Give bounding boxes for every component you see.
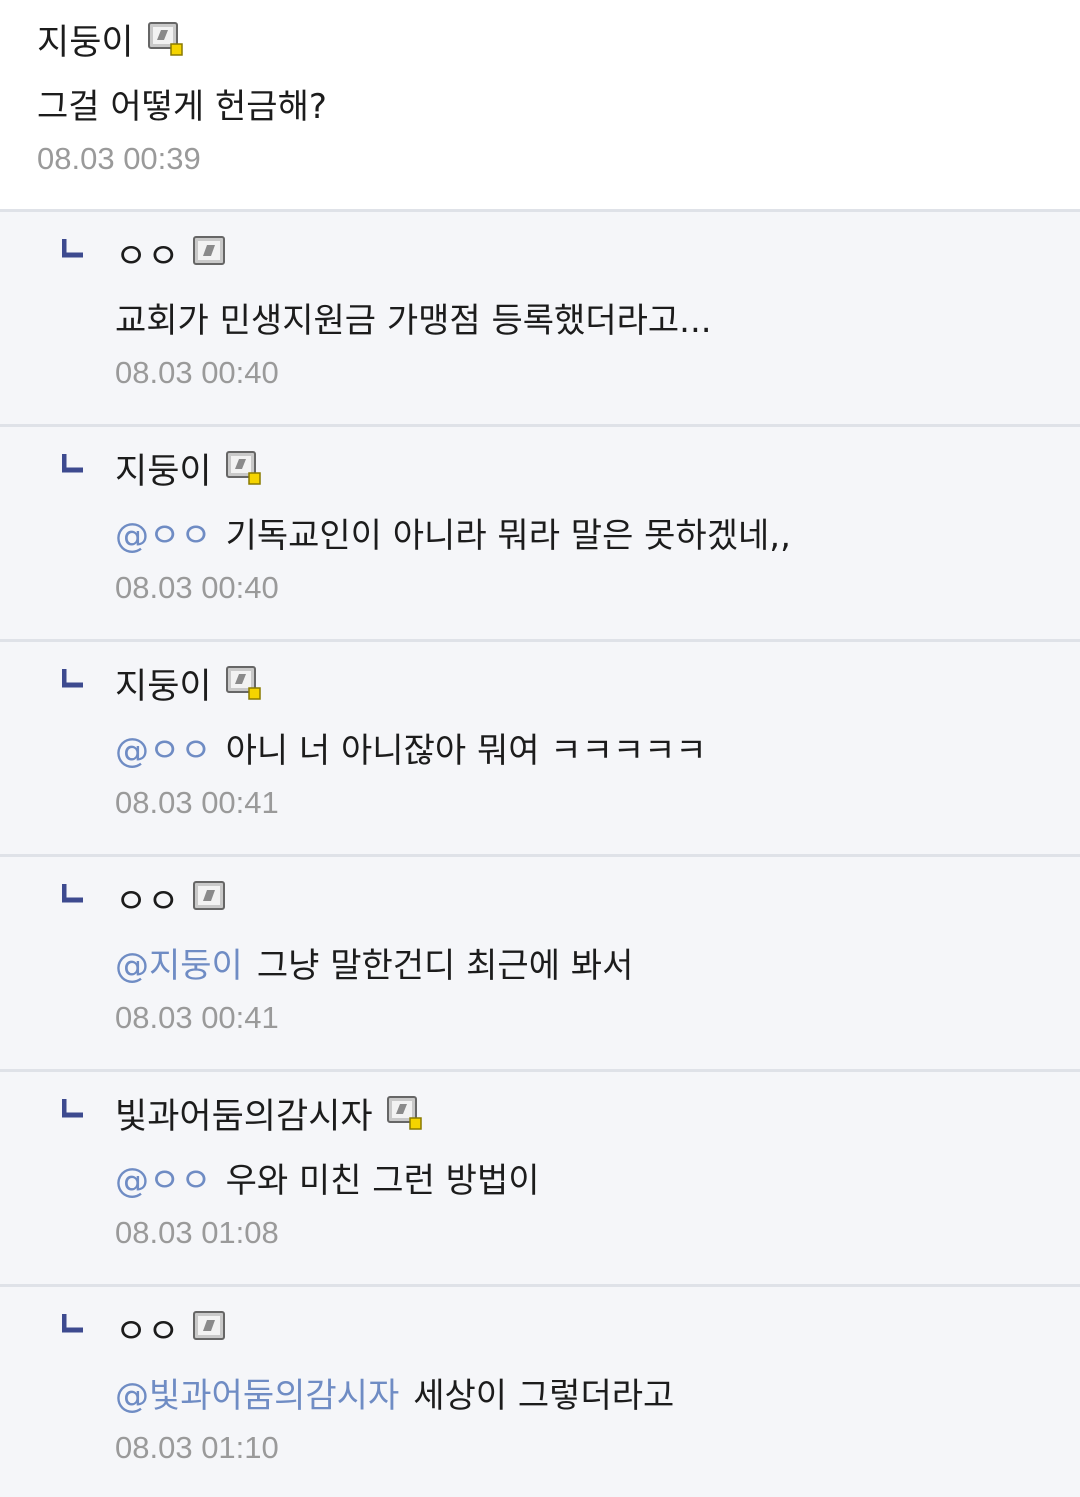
main-comment: 지둥이 그걸 어떻게 헌금해? 08.03 00:39: [0, 0, 1080, 212]
reply-timestamp: 08.03 01:08: [115, 1215, 279, 1250]
reply-body: 빛과어둠의감시자 @ㅇㅇ 우와 미친 그런 방법이 08.03 01:08: [115, 1094, 1080, 1254]
reply-author-line: 지둥이: [115, 449, 1080, 495]
reply-item: ㅇㅇ 교회가 민생지원금 가맹점 등록했더라고... 08.03 00:40: [0, 212, 1080, 427]
reply-author-name[interactable]: 빛과어둠의감시자: [115, 1094, 373, 1140]
reply-item: 빛과어둠의감시자 @ㅇㅇ 우와 미친 그런 방법이 08.03 01:08: [0, 1072, 1080, 1287]
fixed-user-icon: [147, 22, 183, 56]
fixed-user-icon: [386, 1096, 422, 1130]
reply-author-line: 지둥이: [115, 664, 1080, 710]
reply-text: 세상이 그렇더라고: [413, 1376, 675, 1416]
reply-body: ㅇㅇ @빛과어둠의감시자 세상이 그렇더라고 08.03 01:10: [115, 1309, 1080, 1469]
comment-author-name[interactable]: 지둥이: [37, 20, 134, 66]
reply-author-line: ㅇㅇ: [115, 234, 1080, 280]
reply-body: 지둥이 @ㅇㅇ 아니 너 아니잖아 뭐여 ㅋㅋㅋㅋㅋ 08.03 00:41: [115, 664, 1080, 824]
reply-text-line: @지둥이 그냥 말한건디 최근에 봐서: [115, 943, 1080, 989]
reply-timestamp: 08.03 00:41: [115, 1000, 279, 1035]
reply-arrow-icon: [62, 454, 83, 473]
reply-text-line: @ㅇㅇ 기독교인이 아니라 뭐라 말은 못하겠네,,: [115, 513, 1080, 559]
reply-body: 지둥이 @ㅇㅇ 기독교인이 아니라 뭐라 말은 못하겠네,, 08.03 00:4…: [115, 449, 1080, 609]
guest-user-icon: [193, 236, 226, 265]
reply-author-name[interactable]: ㅇㅇ: [115, 1309, 179, 1355]
reply-mention[interactable]: @ㅇㅇ: [115, 516, 212, 556]
comment-text: 그걸 어떻게 헌금해?: [37, 87, 327, 127]
reply-text: 아니 너 아니잖아 뭐여 ㅋㅋㅋㅋㅋ: [225, 731, 707, 771]
reply-author-name[interactable]: ㅇㅇ: [115, 234, 179, 280]
reply-author-name[interactable]: 지둥이: [115, 664, 212, 710]
reply-mention[interactable]: @ㅇㅇ: [115, 1161, 212, 1201]
reply-item: 지둥이 @ㅇㅇ 기독교인이 아니라 뭐라 말은 못하겠네,, 08.03 00:4…: [0, 427, 1080, 642]
reply-text-line: @빛과어둠의감시자 세상이 그렇더라고: [115, 1373, 1080, 1419]
reply-body: ㅇㅇ 교회가 민생지원금 가맹점 등록했더라고... 08.03 00:40: [115, 234, 1080, 394]
reply-body: ㅇㅇ @지둥이 그냥 말한건디 최근에 봐서 08.03 00:41: [115, 879, 1080, 1039]
reply-text-line: @ㅇㅇ 아니 너 아니잖아 뭐여 ㅋㅋㅋㅋㅋ: [115, 728, 1080, 774]
reply-arrow-icon: [62, 239, 83, 258]
reply-arrow-icon: [62, 669, 83, 688]
guest-user-icon: [193, 1311, 226, 1340]
reply-text: 우와 미친 그런 방법이: [225, 1161, 540, 1201]
fixed-user-icon: [225, 666, 261, 700]
comment-author-line: 지둥이: [37, 20, 1080, 66]
reply-author-name[interactable]: ㅇㅇ: [115, 879, 179, 925]
reply-mention[interactable]: @ㅇㅇ: [115, 731, 212, 771]
reply-text-line: @ㅇㅇ 우와 미친 그런 방법이: [115, 1158, 1080, 1204]
reply-arrow-icon: [62, 1314, 83, 1333]
reply-timestamp: 08.03 01:10: [115, 1430, 279, 1465]
reply-author-line: 빛과어둠의감시자: [115, 1094, 1080, 1140]
reply-arrow-icon: [62, 884, 83, 903]
reply-text: 기독교인이 아니라 뭐라 말은 못하겠네,,: [225, 516, 791, 556]
reply-text: 그냥 말한건디 최근에 봐서: [256, 946, 634, 986]
reply-text-line: 교회가 민생지원금 가맹점 등록했더라고...: [115, 298, 1080, 344]
reply-mention[interactable]: @빛과어둠의감시자: [115, 1376, 399, 1416]
reply-author-name[interactable]: 지둥이: [115, 449, 212, 495]
reply-timestamp: 08.03 00:41: [115, 785, 279, 820]
reply-mention[interactable]: @지둥이: [115, 946, 243, 986]
reply-item: ㅇㅇ @빛과어둠의감시자 세상이 그렇더라고 08.03 01:10: [0, 1287, 1080, 1497]
comment-thread: 지둥이 그걸 어떻게 헌금해? 08.03 00:39 ㅇㅇ 교회가 민생지원금…: [0, 0, 1080, 1497]
reply-item: ㅇㅇ @지둥이 그냥 말한건디 최근에 봐서 08.03 00:41: [0, 857, 1080, 1072]
fixed-user-icon: [225, 451, 261, 485]
reply-item: 지둥이 @ㅇㅇ 아니 너 아니잖아 뭐여 ㅋㅋㅋㅋㅋ 08.03 00:41: [0, 642, 1080, 857]
reply-text: 교회가 민생지원금 가맹점 등록했더라고...: [115, 301, 712, 341]
reply-author-line: ㅇㅇ: [115, 879, 1080, 925]
comment-timestamp: 08.03 00:39: [37, 141, 201, 176]
reply-author-line: ㅇㅇ: [115, 1309, 1080, 1355]
reply-timestamp: 08.03 00:40: [115, 570, 279, 605]
reply-timestamp: 08.03 00:40: [115, 355, 279, 390]
guest-user-icon: [193, 881, 226, 910]
reply-arrow-icon: [62, 1099, 83, 1118]
